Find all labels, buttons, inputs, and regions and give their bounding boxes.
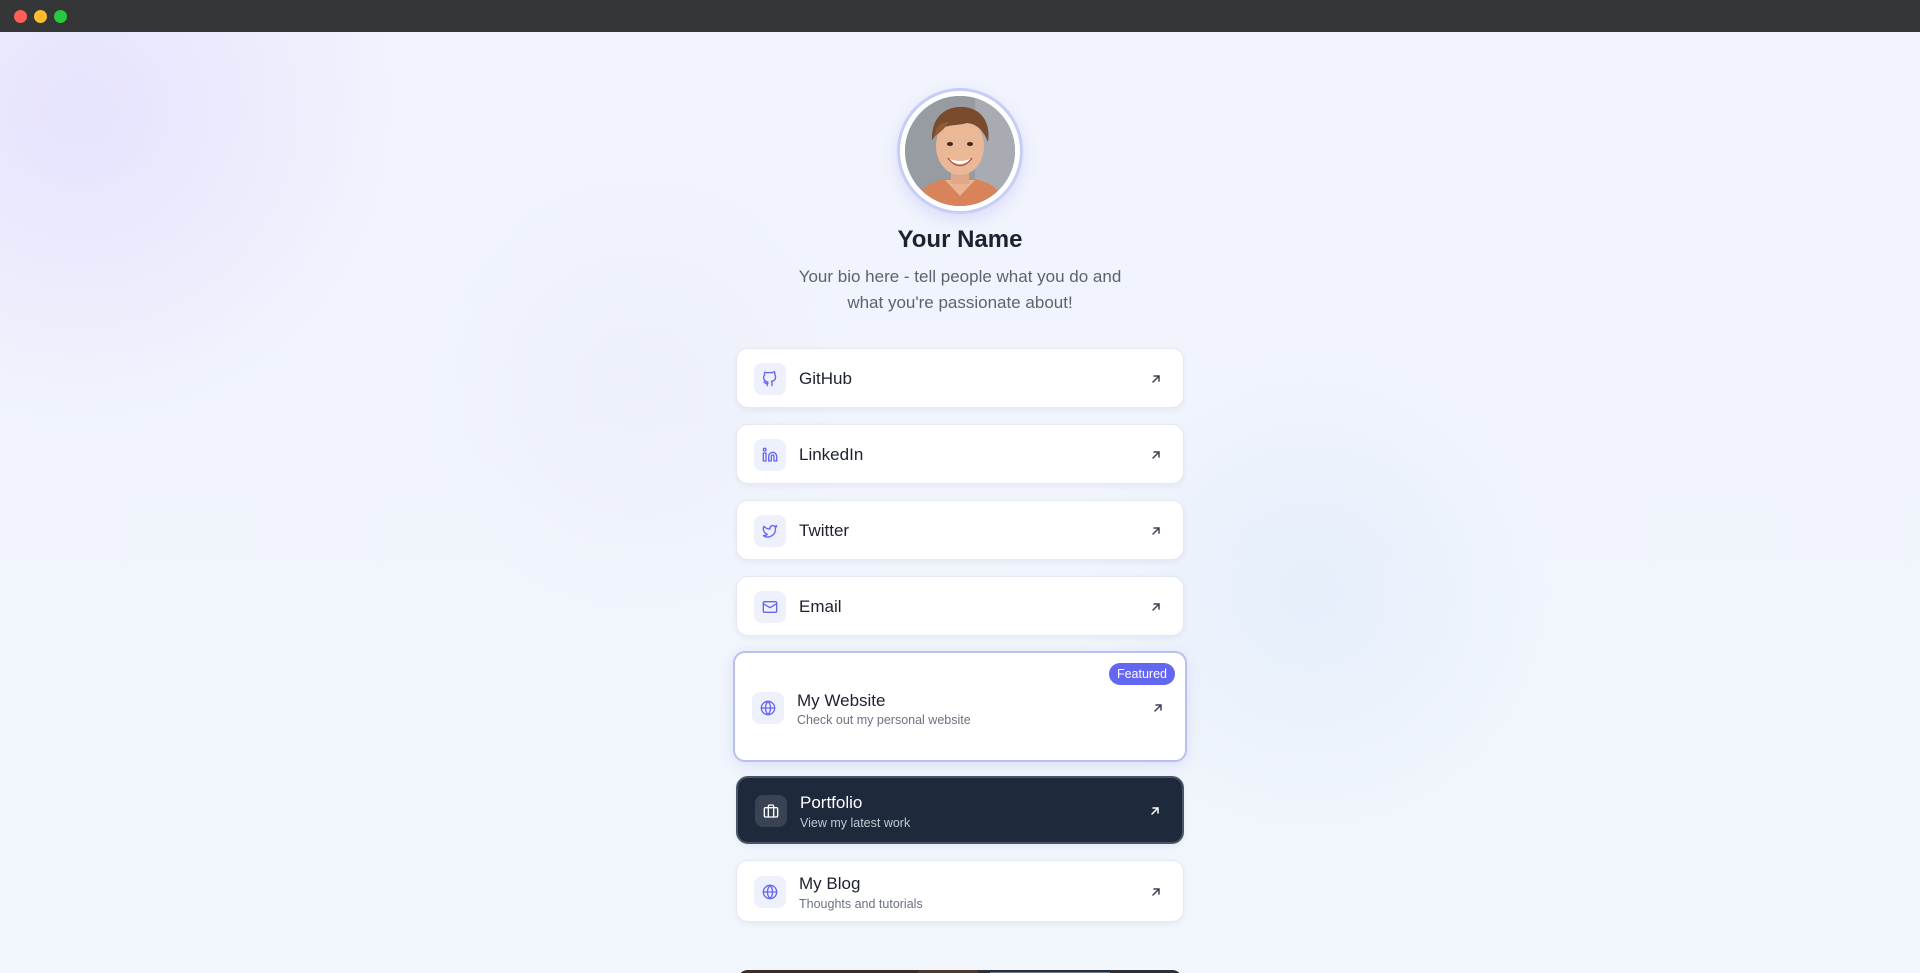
avatar — [900, 91, 1020, 211]
link-card-linkedin[interactable]: LinkedIn — [736, 424, 1184, 484]
external-arrow-icon — [1151, 807, 1159, 815]
github-icon — [754, 363, 786, 395]
briefcase-icon — [755, 795, 787, 827]
link-subtitle: Thoughts and tutorials — [799, 897, 923, 911]
featured-badge: Featured — [1108, 663, 1175, 685]
globe-icon — [752, 692, 784, 724]
linkedin-icon — [754, 439, 786, 471]
profile-name: Your Name — [897, 226, 1023, 253]
mail-icon — [754, 591, 786, 623]
external-arrow-icon — [1152, 527, 1160, 535]
link-title: GitHub — [799, 369, 852, 388]
link-title: My Website — [797, 691, 886, 710]
link-subtitle: Check out my personal website — [797, 713, 971, 727]
external-arrow-icon — [1154, 704, 1162, 712]
link-card-my-blog[interactable]: My Blog Thoughts and tutorials — [736, 860, 1184, 922]
globe-icon — [754, 876, 786, 908]
profile-bio: Your bio here - tell people what you do … — [798, 267, 1122, 312]
maximize-window-button[interactable] — [54, 10, 67, 23]
link-card-github[interactable]: GitHub — [736, 348, 1184, 408]
external-arrow-icon — [1152, 375, 1160, 383]
link-title: My Blog — [799, 874, 861, 893]
external-arrow-icon — [1152, 603, 1160, 611]
link-title: Portfolio — [800, 793, 863, 812]
external-arrow-icon — [1152, 888, 1160, 896]
link-card-portfolio[interactable]: Portfolio View my latest work — [736, 776, 1184, 844]
twitter-icon — [754, 515, 786, 547]
link-card-email[interactable]: Email — [736, 576, 1184, 636]
link-card-twitter[interactable]: Twitter — [736, 500, 1184, 560]
window-titlebar — [0, 0, 1920, 32]
external-arrow-icon — [1152, 451, 1160, 459]
link-title: LinkedIn — [799, 445, 864, 464]
avatar-photo — [905, 96, 1015, 206]
link-title: Email — [799, 597, 842, 616]
close-window-button[interactable] — [14, 10, 27, 23]
profile-page: Your Name Your bio here - tell people wh… — [0, 32, 1920, 973]
link-subtitle: View my latest work — [800, 816, 911, 830]
link-card-my-website[interactable]: Featured My Website Check out my persona… — [733, 651, 1187, 762]
minimize-window-button[interactable] — [34, 10, 47, 23]
link-title: Twitter — [799, 521, 850, 540]
